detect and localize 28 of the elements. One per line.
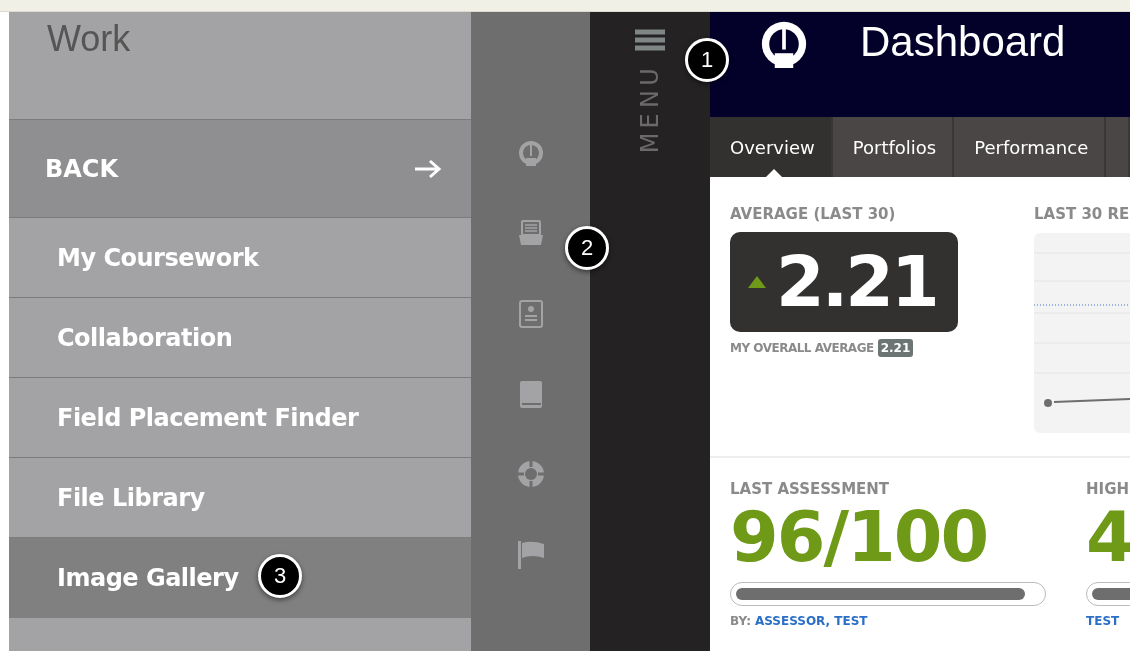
section-label: LAST 30 RE bbox=[1034, 205, 1130, 223]
section-label: LAST ASSESSMENT bbox=[730, 480, 891, 498]
score-value: 4 bbox=[1086, 498, 1130, 576]
tab[interactable]: Performance bbox=[954, 117, 1107, 177]
average-score: 2.21 bbox=[776, 241, 937, 323]
overall-average-value: 2.21 bbox=[877, 339, 914, 357]
page-title: Dashboard bbox=[860, 18, 1066, 66]
by-label: BY: bbox=[730, 614, 751, 628]
gauge-icon[interactable] bbox=[517, 140, 544, 166]
back-button[interactable]: BACK bbox=[9, 120, 471, 218]
assessor-link[interactable]: TEST bbox=[1086, 614, 1120, 628]
section-label: AVERAGE (LAST 30) bbox=[730, 205, 897, 223]
drawer-icon[interactable] bbox=[517, 220, 544, 246]
arrow-icon bbox=[413, 157, 443, 180]
assessor-link[interactable]: ASSESSOR, TEST bbox=[754, 614, 868, 628]
lifebuoy-icon[interactable] bbox=[516, 460, 545, 488]
flag-icon[interactable] bbox=[516, 540, 545, 570]
overall-average-label: MY OVERALL AVERAGE bbox=[730, 341, 874, 355]
menu-label[interactable]: MENU bbox=[638, 66, 662, 154]
section-label: HIGH bbox=[1086, 480, 1130, 498]
tab[interactable]: Portfolios bbox=[832, 117, 955, 177]
panel-title: Work bbox=[47, 18, 131, 59]
id-card-icon[interactable] bbox=[518, 300, 543, 328]
score-value: 96/100 bbox=[730, 498, 989, 576]
tab[interactable]: Overview bbox=[710, 117, 833, 177]
menu-icon[interactable] bbox=[635, 28, 665, 52]
book-icon[interactable] bbox=[518, 380, 543, 410]
gauge-icon bbox=[760, 20, 808, 68]
